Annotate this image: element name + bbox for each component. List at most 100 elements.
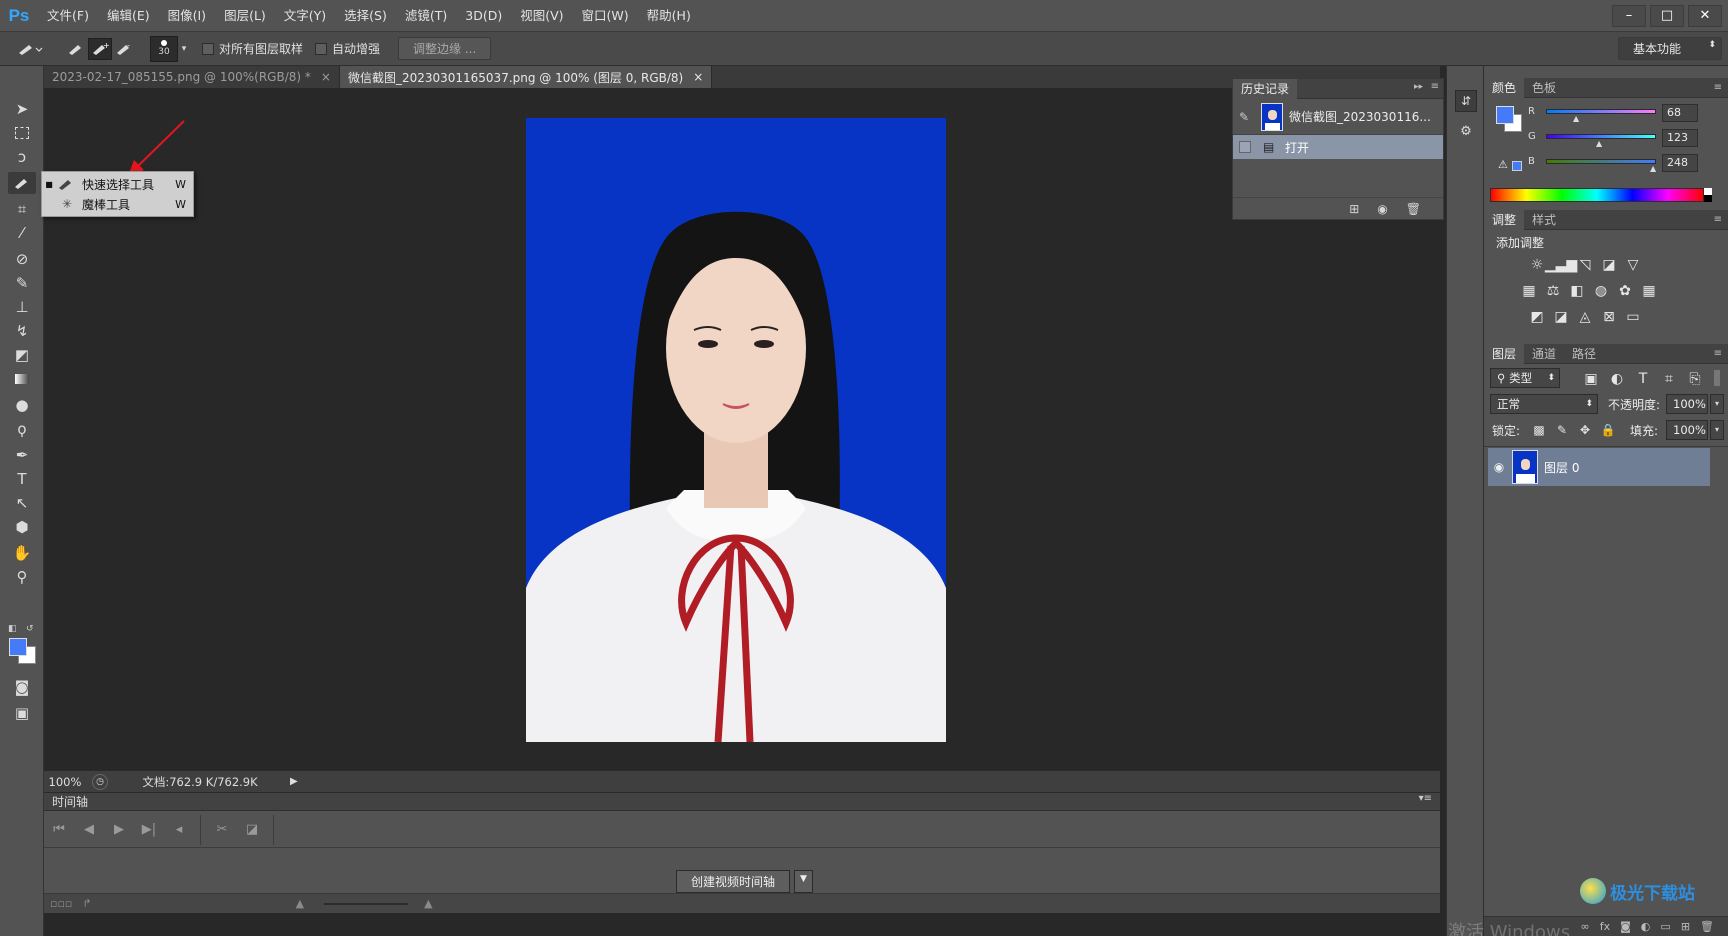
sample-all-layers-checkbox[interactable]: 对所有图层取样	[202, 40, 303, 57]
previous-frame-icon[interactable]: ◀	[74, 822, 104, 837]
selective-color-icon[interactable]: ⊠	[1598, 308, 1620, 326]
play-icon[interactable]: ▶	[104, 822, 134, 837]
path-selection-tool-icon[interactable]: ↖	[8, 492, 36, 514]
healing-brush-tool-icon[interactable]: ⊘	[8, 248, 36, 270]
color-spectrum-bar[interactable]	[1490, 188, 1704, 202]
marquee-tool-icon[interactable]	[8, 122, 36, 144]
clone-stamp-tool-icon[interactable]: ⊥	[8, 296, 36, 318]
add-mask-icon[interactable]: ◙	[1620, 920, 1631, 933]
convert-frame-icon[interactable]: ▫▫▫	[50, 897, 72, 910]
gradient-tool-icon[interactable]	[8, 368, 36, 390]
tab-adjustments[interactable]: 调整	[1484, 210, 1525, 230]
panel-menu-icon[interactable]: ≡	[1714, 344, 1722, 363]
menu-3d[interactable]: 3D(D)	[456, 0, 511, 32]
tab-channels[interactable]: 通道	[1524, 344, 1564, 364]
dodge-tool-icon[interactable]: ϙ	[8, 418, 36, 440]
eye-icon[interactable]: ◉	[1488, 460, 1510, 474]
b-slider-thumb[interactable]: ▲	[1650, 164, 1656, 173]
color-balance-icon[interactable]: ⚖	[1542, 282, 1564, 300]
lock-transparency-icon[interactable]: ▩	[1528, 421, 1550, 439]
tab-paths[interactable]: 路径	[1564, 344, 1604, 364]
gradient-map-icon[interactable]: ▭	[1622, 308, 1644, 326]
opacity-input[interactable]: 100%	[1666, 394, 1708, 414]
color-lookup-icon[interactable]: ▦	[1638, 282, 1660, 300]
threshold-icon[interactable]: ◬	[1574, 308, 1596, 326]
status-menu-icon[interactable]: ◷	[92, 773, 108, 790]
g-value-input[interactable]: 123	[1662, 129, 1698, 147]
panel-menu-icon[interactable]: ≡	[1431, 81, 1439, 92]
foreground-color-swatch[interactable]	[9, 638, 27, 656]
quick-selection-tool-icon[interactable]	[8, 172, 36, 194]
history-panel-icon[interactable]: ⇵	[1455, 90, 1477, 112]
black-white-icon[interactable]: ◧	[1566, 282, 1588, 300]
next-frame-icon[interactable]: ▶|	[134, 822, 164, 837]
zoom-level[interactable]: 100%	[44, 775, 86, 789]
auto-enhance-checkbox[interactable]: 自动增强	[315, 40, 380, 57]
blur-tool-icon[interactable]: ●	[8, 394, 36, 416]
tab-styles[interactable]: 样式	[1524, 210, 1564, 230]
posterize-icon[interactable]: ◪	[1550, 308, 1572, 326]
g-slider-thumb[interactable]: ▲	[1596, 139, 1602, 148]
chevron-down-icon[interactable]: ▾	[1710, 394, 1724, 414]
lasso-tool-icon[interactable]: ↄ	[8, 146, 36, 168]
new-selection-icon[interactable]	[64, 38, 88, 60]
adjustment-layer-filter-icon[interactable]: ◐	[1606, 370, 1628, 388]
menu-image[interactable]: 图像(I)	[159, 0, 215, 32]
transition-icon[interactable]: ◪	[237, 822, 267, 837]
crop-tool-icon[interactable]: ⌗	[8, 198, 36, 220]
invert-icon[interactable]: ◩	[1526, 308, 1548, 326]
fx-icon[interactable]: fx	[1600, 920, 1610, 933]
tab-history[interactable]: 历史记录	[1233, 78, 1298, 99]
minimize-button[interactable]: –	[1612, 4, 1646, 27]
play-right-icon[interactable]: ▶	[290, 776, 298, 787]
create-video-timeline-button[interactable]: 创建视频时间轴	[676, 870, 791, 893]
black-swatch[interactable]	[1704, 195, 1712, 202]
tab-layers[interactable]: 图层	[1484, 344, 1525, 364]
r-slider-thumb[interactable]: ▲	[1573, 114, 1579, 123]
subtract-selection-icon[interactable]: -	[112, 38, 136, 60]
type-layer-filter-icon[interactable]: T	[1632, 370, 1654, 388]
new-layer-icon[interactable]: ⊞	[1681, 920, 1690, 933]
menu-view[interactable]: 视图(V)	[511, 0, 572, 32]
render-icon[interactable]: ↱	[82, 897, 91, 910]
pen-tool-icon[interactable]: ✒	[8, 444, 36, 466]
fg-color-swatch[interactable]	[1496, 106, 1514, 124]
layer-filter-select[interactable]: ⚲ 类型 ⬍	[1490, 368, 1560, 388]
menu-edit[interactable]: 编辑(E)	[98, 0, 159, 32]
close-icon[interactable]: ×	[693, 70, 703, 84]
vibrance-icon[interactable]: ▽	[1622, 256, 1644, 274]
exposure-icon[interactable]: ◪	[1598, 256, 1620, 274]
step-checkbox[interactable]	[1239, 141, 1251, 153]
tool-preset-picker[interactable]	[10, 38, 50, 60]
eyedropper-tool-icon[interactable]: ⁄	[8, 222, 36, 244]
new-document-icon[interactable]: ⊞	[1349, 202, 1359, 216]
hand-tool-icon[interactable]: ✋	[8, 542, 36, 564]
trash-icon[interactable]: 🗑	[1406, 202, 1421, 216]
menu-help[interactable]: 帮助(H)	[638, 0, 700, 32]
document-image[interactable]	[526, 118, 946, 742]
delete-layer-icon[interactable]: 🗑	[1700, 920, 1714, 933]
new-group-icon[interactable]: ▭	[1660, 920, 1670, 933]
first-frame-icon[interactable]: ⏮	[44, 822, 74, 837]
new-fill-layer-icon[interactable]: ◐	[1641, 920, 1651, 933]
pixel-layer-filter-icon[interactable]: ▣	[1580, 370, 1602, 388]
refine-edge-button[interactable]: 调整边缘 ...	[398, 37, 492, 60]
zoom-out-icon[interactable]: ▲	[296, 897, 304, 910]
lock-position-icon[interactable]: ✥	[1574, 421, 1596, 439]
collapse-icon[interactable]: ▸▸	[1414, 82, 1423, 92]
chevron-down-icon[interactable]: ▾	[178, 38, 190, 60]
shape-layer-filter-icon[interactable]: ⌗	[1658, 370, 1680, 388]
close-icon[interactable]: ×	[321, 70, 331, 84]
history-brush-tool-icon[interactable]: ↯	[8, 320, 36, 342]
lock-all-icon[interactable]: 🔒	[1597, 421, 1619, 439]
flyout-item-quick-selection[interactable]: ■ 快速选择工具 W	[42, 174, 194, 194]
flyout-item-magic-wand[interactable]: ✳ 魔棒工具 W	[42, 194, 194, 214]
type-tool-icon[interactable]: T	[8, 468, 36, 490]
blend-mode-select[interactable]: 正常 ⬍	[1490, 394, 1598, 414]
lock-pixels-icon[interactable]: ✎	[1551, 421, 1573, 439]
move-tool-icon[interactable]: ➤	[8, 98, 36, 120]
camera-icon[interactable]: ◉	[1377, 202, 1387, 216]
workspace-select[interactable]: 基本功能 ⬍	[1618, 37, 1722, 60]
link-layers-icon[interactable]: ∞	[1581, 920, 1590, 933]
zoom-slider[interactable]	[324, 902, 409, 905]
